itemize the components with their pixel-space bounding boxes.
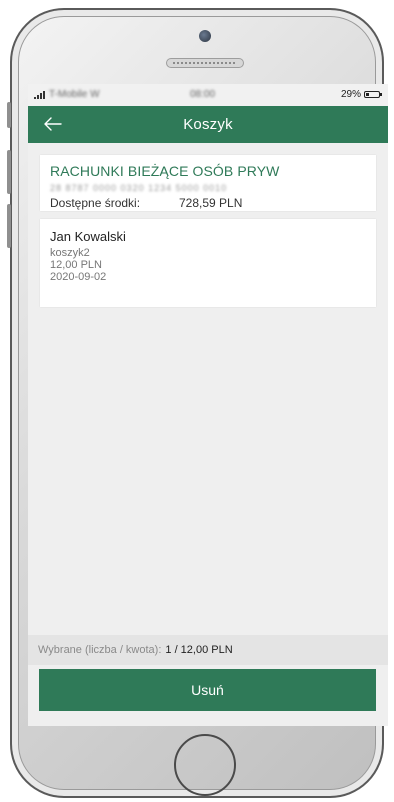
account-name: RACHUNKI BIEŻĄCE OSÓB PRYW (50, 163, 280, 179)
arrow-left-icon[interactable] (42, 113, 64, 135)
recipient-name: Jan Kowalski (50, 229, 126, 244)
selection-summary: Wybrane (liczba / kwota): 1 / 12,00 PLN (28, 635, 388, 665)
status-time: 08:00 (190, 89, 216, 100)
earpiece-speaker (166, 58, 244, 68)
screen: T-Mobile W 08:00 29% Koszyk RACHUNKI BIE… (28, 84, 388, 726)
remove-button[interactable]: Usuń (39, 669, 376, 711)
mute-switch (7, 102, 11, 128)
status-right: 29% (340, 89, 382, 100)
home-button[interactable] (174, 734, 236, 796)
account-card[interactable]: RACHUNKI BIEŻĄCE OSÓB PRYW 28 8787 0000 … (40, 155, 376, 211)
app-header: Koszyk (28, 106, 388, 143)
balance-label: Dostępne środki: (50, 196, 141, 210)
account-number: 28 8787 0000 0320 1234 5000 0010 (50, 183, 228, 193)
summary-label: Wybrane (liczba / kwota): (38, 644, 162, 656)
carrier-name: T-Mobile W (49, 89, 100, 100)
battery-icon (364, 91, 382, 98)
front-camera (199, 30, 211, 42)
basket-item[interactable]: Jan Kowalski koszyk2 12,00 PLN 2020-09-0… (40, 219, 376, 307)
status-left: T-Mobile W (34, 89, 100, 100)
signal-icon (34, 90, 45, 99)
balance-value: 728,59 PLN (179, 196, 243, 210)
balance-row: Dostępne środki: 728,59 PLN (50, 196, 366, 210)
transfer-title: koszyk2 (50, 247, 90, 259)
battery-level (366, 93, 369, 96)
summary-value: 1 / 12,00 PLN (165, 644, 233, 656)
status-bar: T-Mobile W 08:00 29% (28, 84, 388, 106)
transfer-amount: 12,00 PLN (50, 259, 102, 271)
volume-up-button (7, 150, 11, 194)
volume-down-button (7, 204, 11, 248)
battery-percent: 29% (340, 89, 361, 100)
page-title: Koszyk (183, 116, 233, 133)
transfer-date: 2020-09-02 (50, 271, 107, 283)
